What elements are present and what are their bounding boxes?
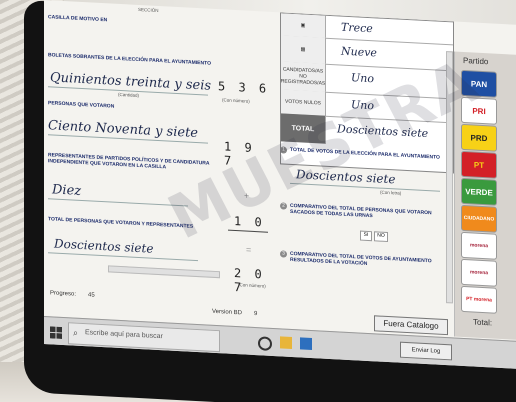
party-logo-verde[interactable]: VERDE: [461, 177, 497, 206]
search-placeholder: Escribe aquí para buscar: [85, 329, 163, 341]
row-value[interactable]: Nueve: [341, 45, 377, 60]
task-view-icon[interactable]: [258, 336, 272, 351]
q2-yes-checkbox[interactable]: SI: [360, 230, 372, 242]
step-circle: 3: [280, 250, 287, 258]
send-log-button[interactable]: Enviar Log: [400, 341, 452, 361]
coalition-logo-cell: ▦: [281, 35, 326, 64]
search-icon: ⌕: [73, 327, 79, 338]
party-logo-morena[interactable]: morena: [461, 231, 497, 260]
sect1-title: BOLETAS SOBRANTES DE LA ELECCIÓN PARA EL…: [48, 52, 211, 67]
seal-label: CASILLA DE MOTIVO EN: [48, 14, 108, 24]
q3-title: COMPARATIVO DEL TOTAL DE VOTOS DE AYUNTA…: [290, 250, 432, 267]
catalog-button[interactable]: Fuera Catalogo: [374, 315, 448, 336]
q1-caption: (Con letra): [380, 189, 402, 196]
version-label: Version BD: [212, 308, 243, 317]
file-explorer-icon[interactable]: [280, 336, 292, 349]
row-value[interactable]: Uno: [351, 71, 374, 85]
sect1-caption: (Cantidad): [118, 91, 140, 98]
sect1-number-field[interactable]: 5 3 6: [218, 79, 269, 96]
q2-title: COMPARATIVO DEL TOTAL DE PERSONAS QUE VO…: [290, 202, 432, 220]
party-logo-pt-morena[interactable]: PT morena: [461, 285, 497, 314]
windows-start-icon[interactable]: [50, 325, 62, 339]
q2-no-checkbox[interactable]: NO: [374, 231, 388, 243]
sect2-title: PERSONAS QUE VOTARON: [48, 100, 115, 110]
row-value[interactable]: Trece: [341, 21, 373, 36]
photo-scene: SECCIÓN CASILLA DE MOTIVO EN BOLETAS SOB…: [0, 0, 516, 402]
horizontal-scrollbar[interactable]: [108, 265, 220, 279]
progress-label: Progreso:: [50, 290, 77, 298]
section-label: SECCIÓN: [138, 6, 159, 14]
progress-value: 45: [88, 292, 95, 299]
party-list: PAN PRI PRD PT VERDE CIUDADANO morena morena PT …: [455, 52, 516, 314]
sect3-written-field[interactable]: Diez: [52, 182, 81, 199]
row-label: CANDIDATOS/AS NO REGISTRADOS/AS: [281, 61, 326, 92]
party-logo-prd[interactable]: PRD: [461, 123, 497, 152]
equals-sign: =: [246, 244, 252, 255]
monitor-screen: SECCIÓN CASILLA DE MOTIVO EN BOLETAS SOB…: [44, 0, 516, 369]
party-logo-pt[interactable]: PT: [461, 150, 497, 179]
party-logo-ciudadano[interactable]: CIUDADANO: [461, 204, 497, 233]
party-logo-cell: ▣: [281, 13, 326, 38]
total-label: Total:: [473, 317, 493, 328]
sect1-number-caption: (Con número): [222, 97, 250, 104]
party-logo-morena[interactable]: morena: [461, 258, 497, 287]
sect4-number-field[interactable]: 2 0 7: [234, 266, 274, 296]
app-icon[interactable]: [300, 337, 312, 351]
version-value: 9: [254, 311, 258, 318]
